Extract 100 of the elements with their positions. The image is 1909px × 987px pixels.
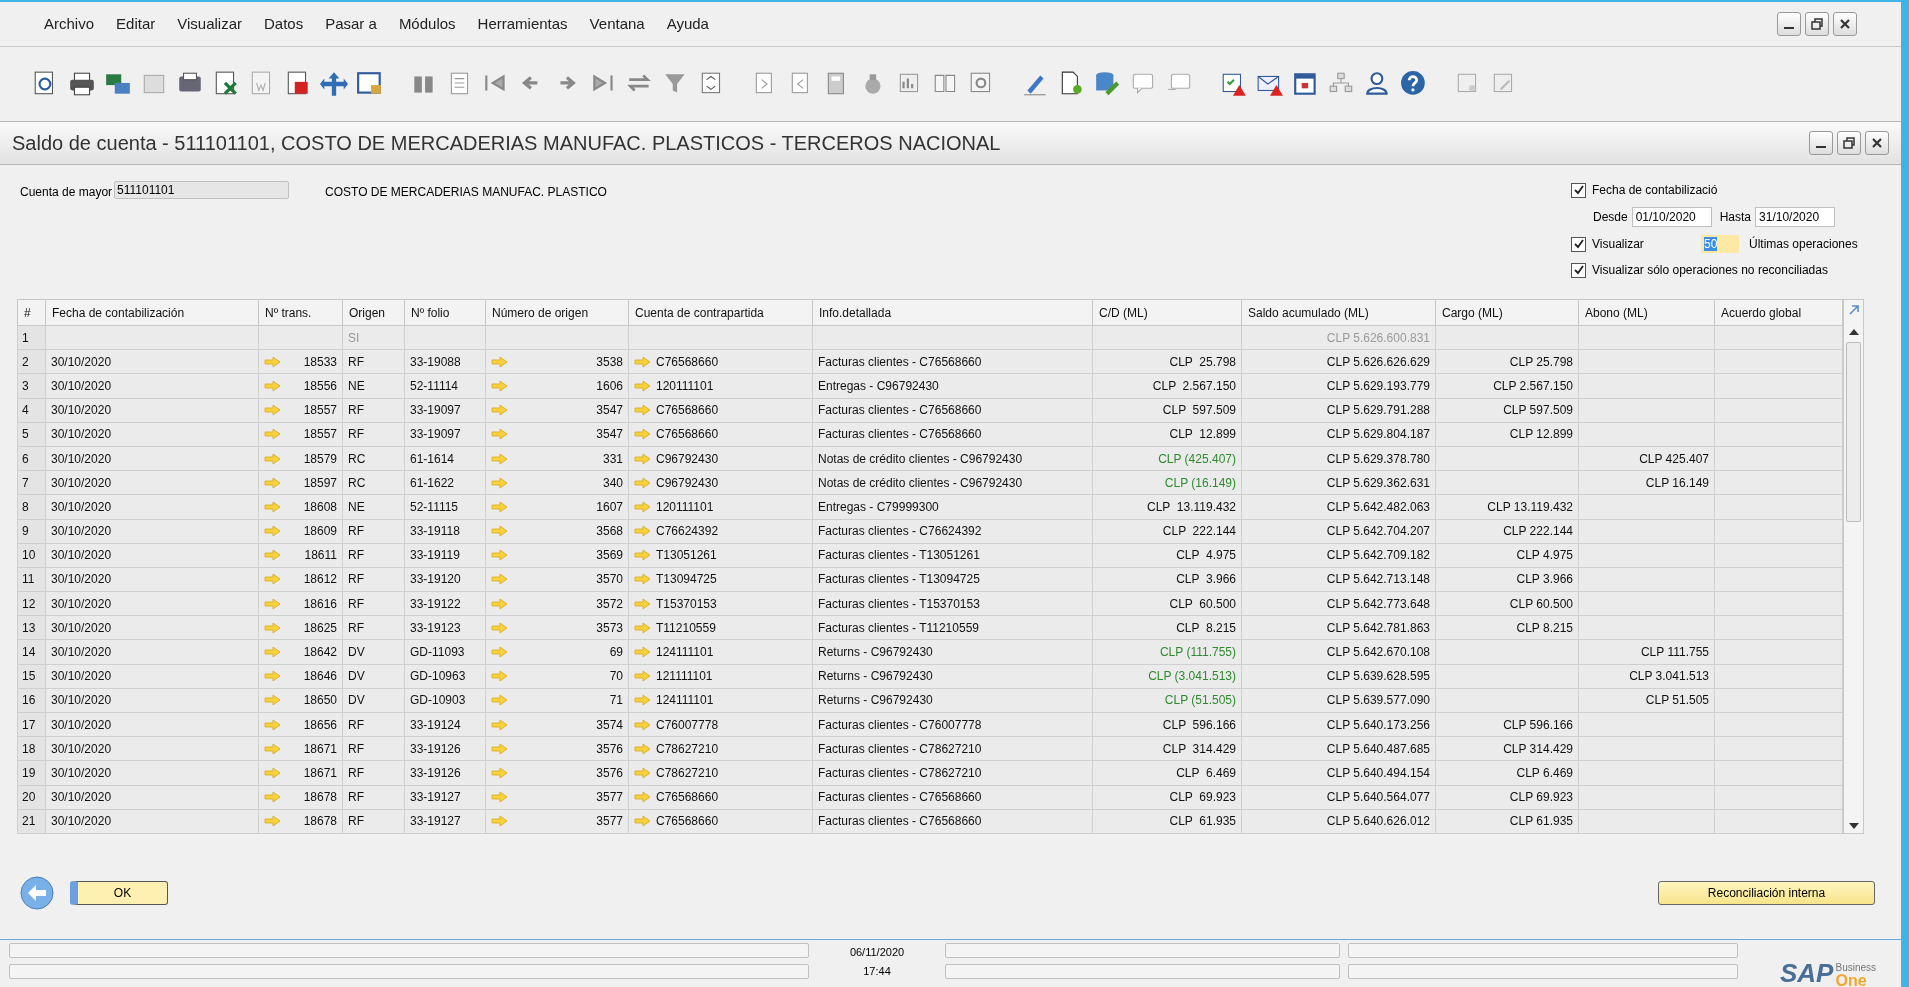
row-number[interactable]: 1 bbox=[22, 330, 29, 345]
column-header[interactable]: Info.detallada bbox=[812, 299, 1093, 326]
link-arrow-icon[interactable] bbox=[264, 597, 282, 610]
link-arrow-icon[interactable] bbox=[264, 404, 282, 417]
scroll-up-icon[interactable] bbox=[1847, 328, 1860, 336]
checkbox[interactable] bbox=[1571, 236, 1586, 252]
account-field[interactable]: 511101101 bbox=[114, 181, 290, 199]
link-arrow-icon[interactable] bbox=[634, 379, 652, 392]
menu-item[interactable]: Pasar a bbox=[325, 12, 377, 36]
link-arrow-icon[interactable] bbox=[634, 428, 652, 441]
link-arrow-icon[interactable] bbox=[264, 525, 282, 538]
link-arrow-icon[interactable] bbox=[634, 525, 652, 538]
menu-item[interactable]: Herramientas bbox=[477, 12, 568, 36]
link-arrow-icon[interactable] bbox=[491, 694, 509, 707]
link-arrow-icon[interactable] bbox=[634, 694, 652, 707]
link-arrow-icon[interactable] bbox=[491, 379, 509, 392]
link-arrow-icon[interactable] bbox=[264, 452, 282, 465]
menu-item[interactable]: Archivo bbox=[44, 12, 95, 36]
link-arrow-icon[interactable] bbox=[264, 573, 282, 586]
link-arrow-icon[interactable] bbox=[264, 500, 282, 513]
link-arrow-icon[interactable] bbox=[491, 597, 509, 610]
menu-item[interactable]: Datos bbox=[264, 12, 304, 36]
link-arrow-icon[interactable] bbox=[491, 355, 509, 368]
move-arrows-icon[interactable] bbox=[320, 70, 348, 98]
menu-item[interactable]: Ayuda bbox=[666, 12, 709, 36]
row-number[interactable]: 8 bbox=[22, 499, 29, 514]
link-arrow-icon[interactable] bbox=[491, 815, 509, 828]
link-arrow-icon[interactable] bbox=[634, 742, 652, 755]
restore-button[interactable] bbox=[1805, 12, 1829, 36]
column-header[interactable]: Cuenta de contrapartida bbox=[628, 299, 813, 326]
menu-item[interactable]: Ventana bbox=[589, 12, 645, 36]
minimize-button[interactable] bbox=[1777, 12, 1801, 36]
column-header[interactable]: Fecha de contabilización bbox=[45, 299, 259, 326]
menu-item[interactable]: Visualizar bbox=[177, 12, 242, 36]
close-button[interactable] bbox=[1865, 131, 1889, 155]
close-button[interactable] bbox=[1833, 12, 1857, 36]
row-number[interactable]: 6 bbox=[22, 451, 29, 466]
column-header[interactable]: Abono (ML) bbox=[1578, 299, 1715, 326]
checkbox[interactable] bbox=[1571, 182, 1586, 198]
scroll-down-icon[interactable] bbox=[1847, 821, 1860, 830]
link-arrow-icon[interactable] bbox=[264, 646, 282, 659]
link-arrow-icon[interactable] bbox=[634, 500, 652, 513]
link-arrow-icon[interactable] bbox=[264, 476, 282, 489]
link-arrow-icon[interactable] bbox=[634, 476, 652, 489]
link-arrow-icon[interactable] bbox=[491, 549, 509, 562]
link-arrow-icon[interactable] bbox=[491, 525, 509, 538]
ok-button[interactable]: OK bbox=[70, 881, 168, 906]
link-arrow-icon[interactable] bbox=[264, 694, 282, 707]
link-arrow-icon[interactable] bbox=[491, 742, 509, 755]
help-icon[interactable] bbox=[1400, 70, 1428, 98]
minimize-button[interactable] bbox=[1809, 131, 1833, 155]
menu-item[interactable]: Módulos bbox=[398, 12, 456, 36]
link-arrow-icon[interactable] bbox=[634, 549, 652, 562]
link-arrow-icon[interactable] bbox=[264, 549, 282, 562]
row-number[interactable]: 5 bbox=[22, 427, 29, 442]
restore-button[interactable] bbox=[1837, 131, 1861, 155]
link-arrow-icon[interactable] bbox=[264, 815, 282, 828]
link-arrow-icon[interactable] bbox=[264, 670, 282, 683]
column-header[interactable]: Número de origen bbox=[485, 299, 629, 326]
link-arrow-icon[interactable] bbox=[264, 766, 282, 779]
link-arrow-icon[interactable] bbox=[264, 718, 282, 731]
link-arrow-icon[interactable] bbox=[491, 573, 509, 586]
menu-item[interactable]: Editar bbox=[116, 12, 156, 36]
link-arrow-icon[interactable] bbox=[264, 621, 282, 634]
link-arrow-icon[interactable] bbox=[264, 379, 282, 392]
link-arrow-icon[interactable] bbox=[491, 476, 509, 489]
link-arrow-icon[interactable] bbox=[634, 452, 652, 465]
link-arrow-icon[interactable] bbox=[634, 766, 652, 779]
link-arrow-icon[interactable] bbox=[634, 670, 652, 683]
link-arrow-icon[interactable] bbox=[264, 742, 282, 755]
column-header[interactable]: Nº trans. bbox=[258, 299, 343, 326]
row-number[interactable]: 4 bbox=[22, 403, 29, 418]
date-field[interactable]: 01/10/2020 bbox=[1631, 207, 1712, 227]
printer-icon[interactable] bbox=[68, 70, 96, 98]
link-arrow-icon[interactable] bbox=[491, 718, 509, 731]
internal-reconciliation-button[interactable]: Reconciliación interna bbox=[1658, 881, 1875, 906]
link-arrow-icon[interactable] bbox=[634, 646, 652, 659]
row-number[interactable]: 2 bbox=[22, 354, 29, 369]
row-number[interactable]: 7 bbox=[22, 475, 29, 490]
link-arrow-icon[interactable] bbox=[491, 428, 509, 441]
column-header[interactable]: C/D (ML) bbox=[1092, 299, 1242, 326]
link-arrow-icon[interactable] bbox=[491, 766, 509, 779]
column-header[interactable]: Origen bbox=[342, 299, 405, 326]
column-header[interactable]: # bbox=[17, 299, 46, 326]
link-arrow-icon[interactable] bbox=[634, 718, 652, 731]
scrollbar[interactable] bbox=[1843, 299, 1864, 834]
column-header[interactable]: Acuerdo global bbox=[1714, 299, 1843, 326]
link-arrow-icon[interactable] bbox=[264, 428, 282, 441]
link-arrow-icon[interactable] bbox=[634, 573, 652, 586]
column-header[interactable]: Nº folio bbox=[404, 299, 486, 326]
column-header[interactable]: Cargo (ML) bbox=[1435, 299, 1579, 326]
link-arrow-icon[interactable] bbox=[491, 500, 509, 513]
link-arrow-icon[interactable] bbox=[634, 597, 652, 610]
link-arrow-icon[interactable] bbox=[491, 646, 509, 659]
date-field[interactable]: 31/10/2020 bbox=[1755, 207, 1836, 227]
link-arrow-icon[interactable] bbox=[491, 452, 509, 465]
link-arrow-icon[interactable] bbox=[491, 404, 509, 417]
link-arrow-icon[interactable] bbox=[491, 791, 509, 804]
link-arrow-icon[interactable] bbox=[634, 621, 652, 634]
checkbox[interactable] bbox=[1571, 262, 1586, 278]
